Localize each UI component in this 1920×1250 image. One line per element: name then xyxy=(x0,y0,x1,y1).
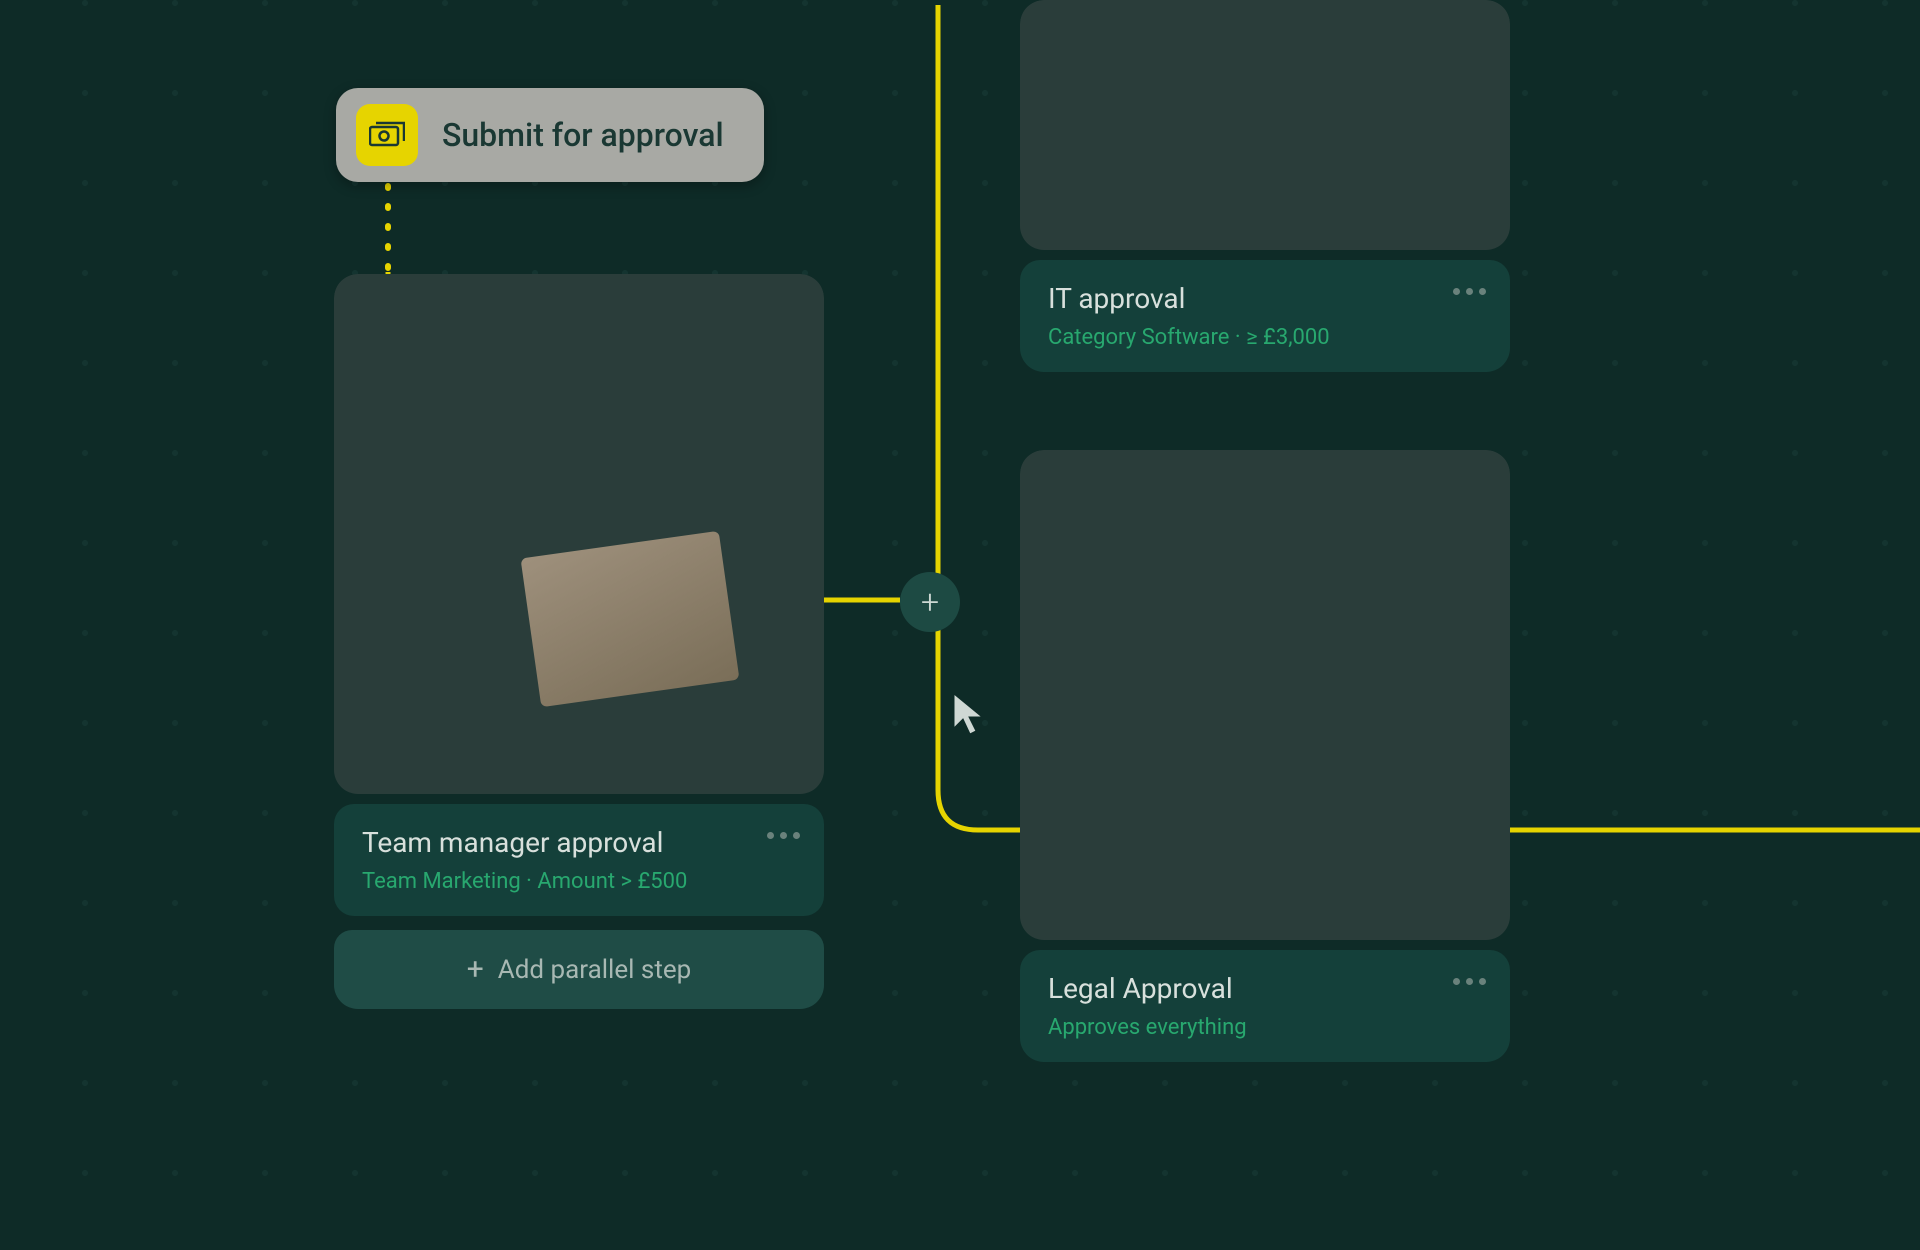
add-parallel-step-button[interactable]: + Add parallel step xyxy=(334,930,824,1009)
cursor-icon xyxy=(950,692,986,728)
step-subtitle: Team Marketing · Amount > £500 xyxy=(362,869,796,894)
step-title: IT approval xyxy=(1048,282,1482,315)
step-card-team-manager[interactable]: Team manager approval Team Marketing · A… xyxy=(334,274,824,1009)
step-info: Legal Approval Approves everything xyxy=(1020,950,1510,1062)
add-branch-node[interactable]: + xyxy=(900,572,960,632)
more-icon[interactable] xyxy=(767,832,800,839)
step-info: Team manager approval Team Marketing · A… xyxy=(334,804,824,916)
approver-photo xyxy=(334,274,824,794)
step-card-it-approval[interactable]: IT approval Category Software · ≥ £3,000 xyxy=(1020,0,1510,372)
step-title: Team manager approval xyxy=(362,826,796,859)
cash-icon xyxy=(356,104,418,166)
step-title: Legal Approval xyxy=(1048,972,1482,1005)
step-subtitle: Category Software · ≥ £3,000 xyxy=(1048,325,1482,350)
approver-photo xyxy=(1020,0,1510,250)
approver-photo xyxy=(1020,450,1510,940)
step-card-legal-approval[interactable]: Legal Approval Approves everything xyxy=(1020,450,1510,1062)
more-icon[interactable] xyxy=(1453,288,1486,295)
add-parallel-label: Add parallel step xyxy=(498,955,691,985)
more-icon[interactable] xyxy=(1453,978,1486,985)
step-subtitle: Approves everything xyxy=(1048,1015,1482,1040)
plus-icon: + xyxy=(467,952,484,987)
submit-label: Submit for approval xyxy=(442,116,724,154)
submit-for-approval-pill[interactable]: Submit for approval xyxy=(336,88,764,182)
workflow-canvas[interactable]: Submit for approval Team manager approva… xyxy=(0,0,1920,1250)
step-info: IT approval Category Software · ≥ £3,000 xyxy=(1020,260,1510,372)
